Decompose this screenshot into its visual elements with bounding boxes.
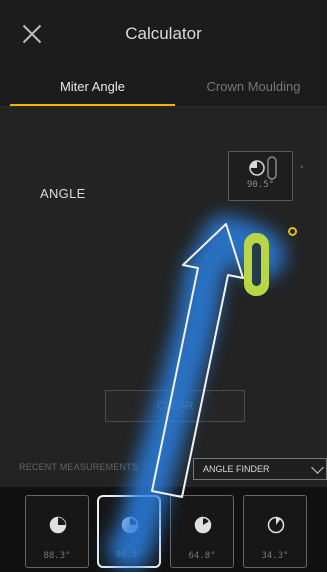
angle-pie-icon <box>267 516 285 534</box>
level-bubble-inner <box>252 243 261 286</box>
dropdown-value: ANGLE FINDER <box>203 464 270 474</box>
tab-miter-angle[interactable]: Miter Angle <box>10 70 175 106</box>
angle-finder-dropdown[interactable]: ANGLE FINDER <box>193 458 327 480</box>
measurement-value: 88.3° <box>43 551 71 561</box>
chevron-down-icon <box>311 461 324 474</box>
drag-direction-arrow-icon <box>151 223 244 498</box>
angle-pie-icon <box>49 516 67 534</box>
measurement-card[interactable]: 34.3° <box>243 495 307 568</box>
recent-measurements-list: 88.3° 90.5° 64.8° 34.3° <box>0 487 327 572</box>
angle-pie-icon <box>121 516 139 534</box>
clear-button[interactable]: CLEAR <box>105 390 245 422</box>
angle-value: 90.5° <box>246 180 275 190</box>
measurement-card[interactable]: 88.3° <box>25 495 89 568</box>
degree-symbol: ° <box>300 164 304 174</box>
measurement-value: 64.8° <box>188 551 216 561</box>
app-header: Calculator <box>0 0 327 70</box>
recent-measurements-label: RECENT MEASUREMENTS <box>19 462 139 472</box>
angle-value-box[interactable]: 90.5° <box>228 151 293 201</box>
measurement-value: 34.3° <box>261 551 289 561</box>
level-indicator-icon <box>267 156 277 180</box>
angle-pie-icon <box>249 160 265 176</box>
tab-bar: Miter Angle Crown Moulding <box>0 70 327 107</box>
measurement-value: 90.5° <box>115 550 143 560</box>
target-ring-icon <box>288 227 297 236</box>
angle-pie-icon <box>194 516 212 534</box>
measurement-card[interactable]: 64.8° <box>170 495 234 568</box>
page-title: Calculator <box>125 24 202 43</box>
measurement-card-selected[interactable]: 90.5° <box>97 495 161 568</box>
level-bubble-icon <box>244 233 269 296</box>
angle-label: ANGLE <box>40 186 86 201</box>
tab-crown-moulding[interactable]: Crown Moulding <box>180 70 327 104</box>
